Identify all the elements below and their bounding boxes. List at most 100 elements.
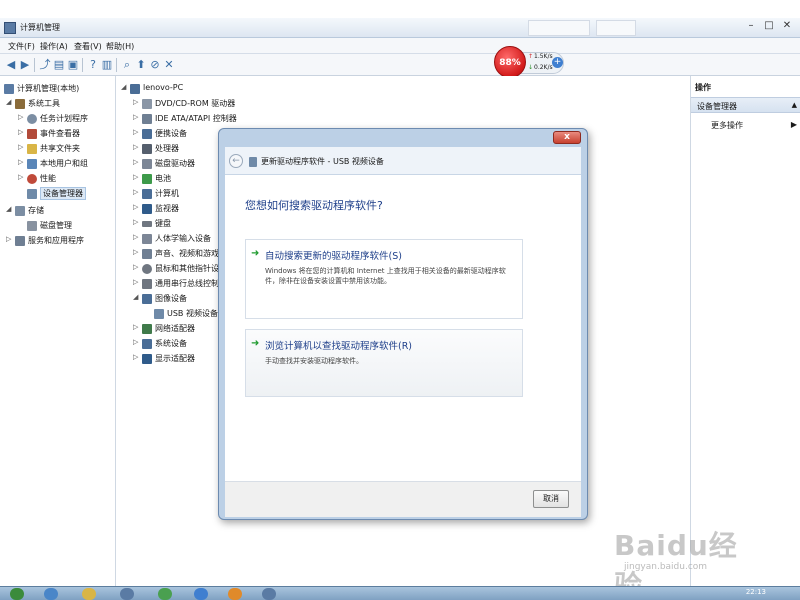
taskbar-clock[interactable]: 22:13 — [746, 588, 766, 596]
tree-expander[interactable]: ▷ — [133, 233, 141, 241]
forward-icon[interactable]: ▶ — [18, 58, 32, 72]
tree-expander[interactable]: ▷ — [18, 143, 26, 151]
tree-expander[interactable]: ▷ — [18, 173, 26, 181]
app-icon[interactable] — [194, 588, 208, 600]
cancel-button[interactable]: 取消 — [533, 490, 569, 508]
tree-expander[interactable]: ▷ — [133, 278, 141, 286]
start-orb-icon[interactable] — [10, 588, 24, 600]
ie-icon[interactable] — [44, 588, 58, 600]
tree-expander[interactable]: ▷ — [133, 323, 141, 331]
device-node-label: 图像设备 — [155, 294, 187, 303]
tree-expander[interactable]: ▷ — [133, 218, 141, 226]
up-icon[interactable]: ⤴ — [38, 58, 52, 72]
device-node-label: 鼠标和其他指针设备 — [155, 264, 227, 273]
collapse-arrow-icon[interactable]: ▲ — [792, 101, 797, 109]
app-icon[interactable] — [262, 588, 276, 600]
actions-pane: 操作 设备管理器 ▲ 更多操作 ▶ — [690, 76, 800, 586]
device-node-label: 键盘 — [155, 219, 171, 228]
search-automatically-option[interactable]: ➜ 自动搜索更新的驱动程序软件(S) Windows 将在您的计算机和 Inte… — [245, 239, 523, 319]
properties-icon[interactable]: ▥ — [100, 58, 114, 72]
ide-controller-icon — [142, 114, 152, 124]
tree-item-label: 磁盘管理 — [40, 221, 72, 230]
minimize-button[interactable]: – — [744, 20, 758, 34]
uninstall-icon[interactable]: ✕ — [162, 58, 176, 72]
monitor-icon — [142, 204, 152, 214]
webcam-icon — [154, 309, 164, 319]
device-node-label: 计算机 — [155, 189, 179, 198]
clock-icon — [27, 114, 37, 124]
chrome-icon[interactable] — [158, 588, 172, 600]
tree-expander[interactable]: ◢ — [121, 83, 129, 91]
disk-icon — [27, 221, 37, 231]
tree-expander[interactable]: ◢ — [6, 98, 14, 106]
menu-view[interactable]: 查看(V) — [74, 41, 102, 52]
camera-icon — [142, 294, 152, 304]
submenu-arrow-icon[interactable]: ▶ — [791, 120, 797, 129]
dialog-title: 更新驱动程序软件 - USB 视频设备 — [261, 157, 384, 166]
tree-expander[interactable]: ▷ — [133, 203, 141, 211]
expand-plus-icon[interactable]: + — [552, 57, 563, 68]
menu-action[interactable]: 操作(A) — [40, 41, 68, 52]
users-icon — [27, 159, 37, 169]
menu-file[interactable]: 文件(F) — [8, 41, 35, 52]
dialog-close-button[interactable]: x — [553, 131, 581, 144]
app-icon[interactable] — [228, 588, 242, 600]
disable-icon[interactable]: ⊘ — [148, 58, 162, 72]
usage-percent-ball[interactable]: 88% — [494, 46, 526, 78]
download-rate: 0.2K/s — [534, 64, 553, 71]
computer-icon — [130, 84, 140, 94]
menu-help[interactable]: 帮助(H) — [106, 41, 134, 52]
toolbar-separator — [116, 58, 117, 72]
device-node-label: 电池 — [155, 174, 171, 183]
tree-expander[interactable]: ▷ — [133, 353, 141, 361]
tree-item-label: 系统工具 — [28, 99, 60, 108]
tree-expander[interactable]: ▷ — [133, 263, 141, 271]
taskbar: 22:13 — [0, 586, 800, 600]
browse-computer-option[interactable]: ➜ 浏览计算机以查找驱动程序软件(R) 手动查找并安装驱动程序软件。 — [245, 329, 523, 397]
help-icon[interactable]: ? — [86, 58, 100, 72]
back-arrow-icon[interactable]: ← — [229, 154, 243, 168]
window-title: 计算机管理 — [20, 23, 60, 32]
tree-item-label: 任务计划程序 — [40, 114, 88, 123]
back-icon[interactable]: ◀ — [4, 58, 18, 72]
background-window-tab[interactable] — [596, 20, 636, 36]
menu-bar: 文件(F) 操作(A) 查看(V) 帮助(H) — [0, 38, 800, 54]
device-node-label: 磁盘驱动器 — [155, 159, 195, 168]
tree-expander[interactable]: ▷ — [133, 158, 141, 166]
show-hide-tree-icon[interactable]: ▤ — [52, 58, 66, 72]
background-window-tab[interactable] — [528, 20, 590, 36]
tree-expander[interactable]: ▷ — [133, 128, 141, 136]
tree-expander[interactable]: ▷ — [133, 113, 141, 121]
toolbar-separator — [34, 58, 35, 72]
tree-item-label: 计算机管理(本地) — [17, 84, 80, 93]
device-node-label: USB 视频设备 — [167, 309, 218, 318]
tree-expander[interactable]: ◢ — [133, 293, 141, 301]
close-window-button[interactable]: ✕ — [780, 20, 794, 34]
scan-hardware-icon[interactable]: ⌕ — [120, 58, 134, 72]
maximize-button[interactable]: □ — [762, 20, 776, 34]
actions-section-device-manager[interactable]: 设备管理器 ▲ — [691, 97, 800, 113]
keyboard-icon — [142, 221, 152, 227]
refresh-icon[interactable]: ▣ — [66, 58, 80, 72]
tree-expander[interactable]: ▷ — [18, 113, 26, 121]
more-actions-link[interactable]: 更多操作 — [711, 120, 743, 131]
tree-expander[interactable]: ▷ — [133, 173, 141, 181]
tree-expander[interactable]: ▷ — [133, 248, 141, 256]
option-description: 手动查找并安装驱动程序软件。 — [265, 357, 363, 365]
tree-expander[interactable]: ▷ — [6, 235, 14, 243]
explorer-icon[interactable] — [82, 588, 96, 600]
media-icon[interactable] — [120, 588, 134, 600]
tree-expander[interactable]: ◢ — [6, 205, 14, 213]
services-icon — [15, 236, 25, 246]
speaker-icon — [142, 249, 152, 259]
tree-expander[interactable]: ▷ — [133, 98, 141, 106]
tree-expander[interactable]: ▷ — [133, 188, 141, 196]
option-title: 浏览计算机以查找驱动程序软件(R) — [265, 341, 413, 352]
tree-expander[interactable]: ▷ — [133, 143, 141, 151]
tree-expander[interactable]: ▷ — [18, 158, 26, 166]
update-driver-icon[interactable]: ⬆ — [134, 58, 148, 72]
dialog-footer: 取消 — [225, 481, 581, 517]
tree-expander[interactable]: ▷ — [133, 338, 141, 346]
tree-expander[interactable]: ▷ — [18, 128, 26, 136]
display-adapter-icon — [142, 354, 152, 364]
